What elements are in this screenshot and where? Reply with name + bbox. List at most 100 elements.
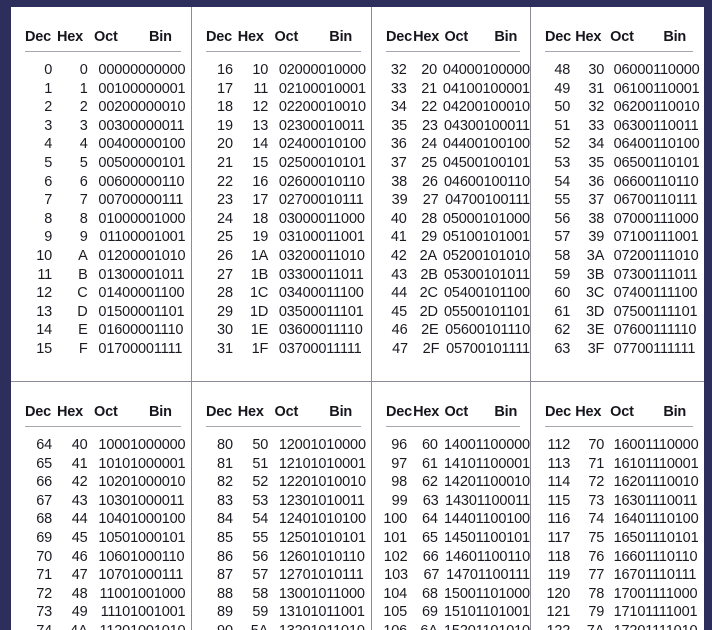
- table-row: 35 23 043 00100011: [372, 117, 530, 136]
- table-row: 103 67 147 01100111: [372, 566, 530, 585]
- cell-bin: 00010101: [302, 154, 366, 171]
- cell-oct: 000: [98, 62, 123, 78]
- cell-bin: 00100011: [467, 117, 530, 134]
- table-row: 25 19 031 00011001: [192, 228, 371, 247]
- cell-dec: 13: [36, 303, 53, 320]
- cell-bin: 01001001: [122, 604, 186, 621]
- cell-dec: 29: [217, 303, 233, 320]
- panel-0-15: Dec Hex Oct Bin 0 0 000 00000000 1 1 001 00000001 2 2…: [11, 7, 191, 381]
- cell-hex: 49: [71, 604, 88, 621]
- cell-bin: 00000010: [122, 99, 186, 116]
- table-row: 100 64 144 01100100: [372, 510, 530, 529]
- cell-dec: 86: [217, 548, 233, 565]
- cell-oct: 063: [613, 117, 638, 134]
- column-header-row: Dec Hex Oct Bin: [192, 382, 371, 426]
- cell-dec: 112: [547, 437, 571, 453]
- table-row: 99 63 143 01100011: [372, 492, 530, 511]
- cell-dec: 30: [217, 322, 233, 339]
- cell-dec: 97: [391, 455, 408, 472]
- cell-oct: 034: [278, 285, 303, 302]
- cell-oct: 026: [278, 173, 303, 190]
- cell-oct: 142: [443, 474, 468, 491]
- table-row: 17 11 021 00010001: [192, 80, 371, 99]
- cell-bin: 00010111: [302, 192, 364, 209]
- table-row: 7 7 007 00000111: [11, 191, 191, 210]
- cell-bin: 01011000: [302, 585, 365, 602]
- cell-dec: 69: [36, 529, 53, 546]
- column-header-row: Dec Hex Oct Bin: [531, 382, 703, 426]
- cell-oct: 143: [445, 492, 469, 509]
- cell-dec: 89: [217, 604, 233, 621]
- column-header-bin: Bin: [149, 404, 172, 420]
- table-row: 102 66 146 01100110: [372, 548, 530, 567]
- cell-bin: 00111010: [637, 247, 699, 264]
- cell-dec: 42: [390, 247, 407, 264]
- cell-oct: 003: [98, 117, 123, 134]
- cell-hex: 24: [421, 136, 438, 153]
- cell-oct: 002: [98, 99, 123, 116]
- cell-oct: 035: [278, 303, 303, 320]
- cell-bin: 00100010: [466, 99, 530, 116]
- table-row: 65 41 101 01000001: [11, 455, 191, 474]
- cell-bin: 01100011: [468, 492, 530, 509]
- cell-bin: 00010001: [302, 80, 366, 97]
- cell-dec: 54: [554, 173, 571, 190]
- cell-oct: 036: [278, 322, 303, 339]
- table-row: 98 62 142 01100010: [372, 473, 530, 492]
- table-row: 21 15 025 00010101: [192, 154, 371, 173]
- cell-hex: 66: [422, 548, 439, 565]
- cell-hex: 6: [79, 173, 88, 190]
- table-row: 71 47 107 01000111: [11, 566, 191, 585]
- cell-hex: 61: [421, 455, 438, 472]
- cell-hex: 4A: [55, 622, 91, 630]
- cell-bin: 01110111: [637, 567, 697, 584]
- cell-dec: 10: [36, 247, 53, 264]
- cell-oct: 102: [98, 474, 123, 491]
- table-row: 0 0 000 00000000: [11, 61, 191, 80]
- cell-bin: 00100111: [468, 192, 530, 209]
- cell-bin: 00110010: [637, 99, 700, 116]
- cell-dec: 46: [391, 322, 408, 339]
- table-row: 41 29 051 00101001: [372, 228, 530, 247]
- cell-bin: 01010100: [302, 511, 366, 528]
- table-row: 115 73 163 01110011: [531, 492, 703, 511]
- cell-hex: 2: [79, 99, 88, 116]
- cell-oct: 151: [443, 604, 468, 621]
- cell-hex: 68: [421, 585, 438, 602]
- cell-hex: 77: [588, 567, 605, 584]
- column-header-hex: Hex: [57, 404, 83, 420]
- table-row: 31 1F 037 00011111: [192, 340, 371, 359]
- cell-oct: 172: [607, 622, 638, 630]
- cell-hex: 72: [588, 474, 605, 491]
- cell-dec: 6: [44, 173, 53, 190]
- cell-oct: 024: [278, 136, 303, 153]
- cell-hex: 32: [588, 99, 605, 116]
- cell-hex: 31: [588, 80, 605, 97]
- table-row: 2 2 002 00000010: [11, 98, 191, 117]
- cell-bin: 01000010: [122, 474, 186, 491]
- cell-hex: 46: [71, 548, 88, 565]
- cell-oct: 047: [445, 192, 469, 209]
- cell-dec: 72: [36, 585, 53, 602]
- cell-oct: 052: [442, 247, 467, 264]
- cell-bin: 01000111: [122, 567, 184, 584]
- cell-hex: 42: [71, 474, 88, 491]
- cell-bin: 01100110: [468, 548, 530, 565]
- cell-bin: 01110000: [637, 437, 699, 453]
- cell-bin: 00001010: [122, 247, 186, 264]
- panel-112-127: Dec Hex Oct Bin 112 70 160 01110000 113 71 161 0111…: [530, 382, 703, 630]
- cell-dec: 115: [547, 492, 571, 509]
- cell-hex: 21: [421, 80, 438, 97]
- column-header-oct: Oct: [274, 29, 299, 45]
- cell-hex: 47: [71, 567, 88, 584]
- cell-dec: 74: [11, 622, 55, 630]
- cell-bin: 01010010: [302, 474, 366, 491]
- cell-hex: 3C: [585, 285, 605, 302]
- cell-bin: 01100000: [467, 437, 530, 453]
- cell-dec: 88: [217, 585, 233, 602]
- table-row: 11 B 013 00001011: [11, 266, 191, 285]
- column-header-dec: Dec: [545, 404, 571, 420]
- table-row: 43 2B 053 00101011: [372, 266, 530, 285]
- cell-bin: 00111111: [637, 340, 696, 357]
- cell-oct: 050: [442, 210, 467, 227]
